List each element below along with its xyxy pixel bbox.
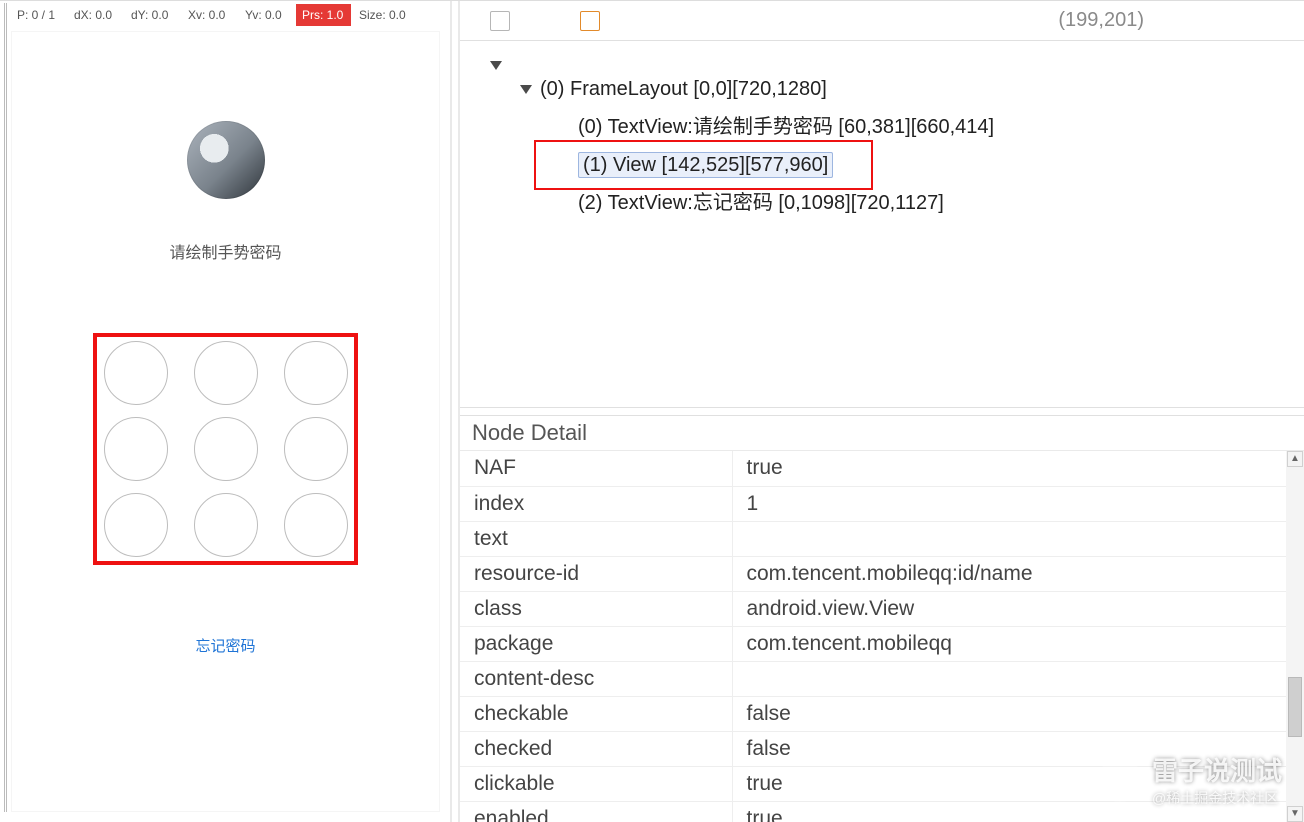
- detail-key: NAF: [460, 451, 732, 486]
- detail-key: content-desc: [460, 661, 732, 696]
- gesture-pattern-grid[interactable]: [93, 333, 358, 565]
- detail-key: enabled: [460, 801, 732, 822]
- pattern-dot[interactable]: [194, 341, 258, 405]
- pattern-dot[interactable]: [104, 493, 168, 557]
- detail-row[interactable]: index1: [460, 486, 1304, 521]
- detail-value: true: [732, 766, 1304, 801]
- device-preview-panel: P: 0 / 1 dX: 0.0 dY: 0.0 Xv: 0.0 Yv: 0.0…: [0, 1, 450, 822]
- node-detail-title: Node Detail: [460, 416, 1304, 451]
- detail-row[interactable]: resource-idcom.tencent.mobileqq:id/name: [460, 556, 1304, 591]
- inspector-toolbar: (199,201): [460, 1, 1304, 41]
- tree-node[interactable]: (0) FrameLayout [0,0][720,1280]: [540, 70, 827, 108]
- touch-stats-bar: P: 0 / 1 dX: 0.0 dY: 0.0 Xv: 0.0 Yv: 0.0…: [11, 3, 440, 27]
- device-screen[interactable]: 请绘制手势密码 忘记密码: [11, 31, 440, 812]
- gesture-prompt: 请绘制手势密码: [169, 239, 281, 263]
- pattern-dot[interactable]: [194, 493, 258, 557]
- detail-row[interactable]: NAFtrue: [460, 451, 1304, 486]
- detail-key: package: [460, 626, 732, 661]
- detail-row[interactable]: checkablefalse: [460, 696, 1304, 731]
- detail-value: [732, 521, 1304, 556]
- detail-row[interactable]: text: [460, 521, 1304, 556]
- stat-dx: dX: 0.0: [68, 4, 123, 26]
- pattern-dot[interactable]: [284, 341, 348, 405]
- pane-divider[interactable]: [450, 1, 460, 822]
- detail-value: false: [732, 696, 1304, 731]
- detail-row[interactable]: packagecom.tencent.mobileqq: [460, 626, 1304, 661]
- detail-value: false: [732, 731, 1304, 766]
- detail-row[interactable]: checkedfalse: [460, 731, 1304, 766]
- detail-value: 1: [732, 486, 1304, 521]
- detail-value: android.view.View: [732, 591, 1304, 626]
- scroll-thumb[interactable]: [1288, 677, 1302, 737]
- pattern-dot[interactable]: [284, 493, 348, 557]
- detail-value: [732, 661, 1304, 696]
- node-detail-panel: Node Detail NAFtrueindex1textresource-id…: [460, 416, 1304, 822]
- horizontal-splitter[interactable]: [460, 408, 1304, 416]
- detail-key: class: [460, 591, 732, 626]
- tool-icon[interactable]: [490, 11, 510, 31]
- detail-key: checkable: [460, 696, 732, 731]
- avatar: [187, 121, 265, 199]
- scroll-down-icon[interactable]: ▼: [1287, 806, 1303, 822]
- stat-prs: Prs: 1.0: [296, 4, 351, 26]
- detail-value: true: [732, 451, 1304, 486]
- expand-icon[interactable]: [520, 85, 532, 94]
- stat-yv: Yv: 0.0: [239, 4, 294, 26]
- stat-dy: dY: 0.0: [125, 4, 180, 26]
- cursor-coordinates: (199,201): [1058, 9, 1144, 32]
- detail-value: true: [732, 801, 1304, 822]
- tool-icon[interactable]: [580, 11, 600, 31]
- detail-key: clickable: [460, 766, 732, 801]
- detail-key: index: [460, 486, 732, 521]
- detail-value: com.tencent.mobileqq:id/name: [732, 556, 1304, 591]
- pattern-dot[interactable]: [284, 417, 348, 481]
- expand-icon[interactable]: [490, 61, 502, 70]
- detail-row[interactable]: content-desc: [460, 661, 1304, 696]
- detail-key: text: [460, 521, 732, 556]
- stat-size: Size: 0.0: [353, 4, 412, 26]
- forgot-password-link[interactable]: 忘记密码: [195, 635, 255, 656]
- detail-key: checked: [460, 731, 732, 766]
- detail-value: com.tencent.mobileqq: [732, 626, 1304, 661]
- scroll-up-icon[interactable]: ▲: [1287, 451, 1303, 467]
- detail-row[interactable]: clickabletrue: [460, 766, 1304, 801]
- detail-row[interactable]: enabledtrue: [460, 801, 1304, 822]
- tree-node-selected[interactable]: (1) View [142,525][577,960]: [578, 152, 833, 178]
- pattern-dot[interactable]: [104, 417, 168, 481]
- pattern-dot[interactable]: [104, 341, 168, 405]
- stat-xv: Xv: 0.0: [182, 4, 237, 26]
- pattern-dot[interactable]: [194, 417, 258, 481]
- hierarchy-tree[interactable]: (0) FrameLayout [0,0][720,1280] (0) Text…: [460, 41, 1304, 408]
- detail-row[interactable]: classandroid.view.View: [460, 591, 1304, 626]
- detail-key: resource-id: [460, 556, 732, 591]
- stat-p: P: 0 / 1: [11, 4, 66, 26]
- node-detail-table: NAFtrueindex1textresource-idcom.tencent.…: [460, 451, 1304, 822]
- scrollbar[interactable]: ▲ ▼: [1286, 451, 1304, 822]
